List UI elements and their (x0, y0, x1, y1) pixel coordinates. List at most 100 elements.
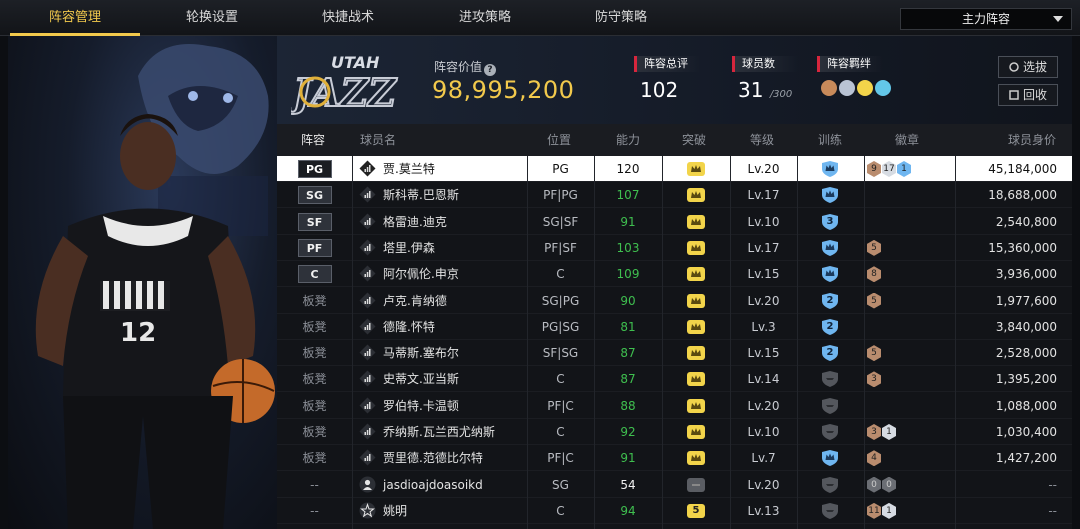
select-button[interactable]: 选拔 (998, 56, 1058, 78)
badge-medals[interactable]: 3 (867, 371, 881, 388)
badge-medals[interactable]: 00 (867, 476, 896, 493)
stats-bars-icon (359, 370, 376, 387)
player-level: Lv.15 (747, 346, 780, 361)
player-value: -- (1048, 477, 1057, 492)
player-position: PG (552, 162, 569, 176)
badge-medals[interactable]: 11 1 (867, 502, 896, 519)
slot-badge: C (297, 265, 332, 284)
table-row[interactable]: 板凳 史蒂文.亚当斯 C 87 Lv.14 3 1,395,200 (277, 366, 1072, 393)
bond-bronze-icon (821, 80, 837, 96)
bench-label: 板凳 (302, 293, 327, 308)
player-ability: 54 (620, 477, 636, 492)
player-position: PG|SG (541, 319, 580, 334)
player-position: C (556, 372, 565, 387)
top-nav: 阵容管理 轮换设置 快捷战术 进攻策略 防守策略 主力阵容 (0, 0, 1080, 36)
training-level: 3 (826, 215, 834, 227)
player-position: SG (552, 477, 569, 492)
table-row[interactable]: 板凳 贾里德.范德比尔特 PF|C 91 Lv.7 4 1,427,200 (277, 445, 1072, 472)
bench-label: 板凳 (302, 451, 327, 466)
badge-silver-icon: 1 (882, 502, 896, 519)
player-ability: 91 (620, 214, 636, 229)
badge-medals[interactable]: 9 17 1 (867, 161, 911, 177)
badge-medals[interactable]: 31 (867, 424, 896, 440)
col-badges: 徽章 (895, 133, 920, 147)
player-artwork: 12 (8, 36, 277, 529)
table-row[interactable]: PG 贾.莫兰特 PG 120 Lv.20 9 17 1 45,184,000 (277, 156, 1072, 182)
player-ability: 94 (620, 503, 636, 518)
badge-medals[interactable]: 5 (867, 292, 881, 309)
player-name: 德隆.怀特 (383, 319, 435, 334)
table-row[interactable]: 板凳 乔纳斯.瓦兰西尤纳斯 C 92 Lv.10 3 1 1,030,400 (277, 419, 1072, 445)
player-value: 3,936,000 (995, 267, 1057, 282)
bond-gold-icon (857, 80, 873, 96)
slot-badge: SF (297, 212, 332, 231)
training-level: 2 (826, 320, 834, 332)
training-shield-icon (821, 239, 839, 256)
overall-rating-value: 102 (640, 78, 679, 102)
stats-bars-icon (359, 344, 376, 361)
badge-medals[interactable]: 5 (867, 345, 881, 362)
lineup-slot: SG (277, 182, 352, 208)
player-position: PF|C (547, 398, 574, 413)
tab-lineup-management[interactable]: 阵容管理 (10, 0, 140, 36)
roster-table: 阵容 球员名 位置 能力 突破 等级 训练 徽章 球员身价 PG 贾.莫兰特 PG 1… (277, 124, 1072, 529)
bench-label: -- (310, 477, 319, 492)
player-level: Lv.10 (747, 214, 780, 229)
tab-defense-strategy[interactable]: 防守策略 (556, 0, 686, 36)
player-position: C (556, 267, 565, 282)
breakthrough-crown-icon (687, 293, 705, 308)
help-icon[interactable]: ? (484, 64, 497, 76)
player-level: Lv.17 (747, 188, 780, 203)
badge-silver-icon: 17 (882, 161, 896, 177)
player-value: 3,840,000 (995, 319, 1057, 334)
training-shield-icon (821, 397, 839, 414)
badge-medals[interactable]: 4 (867, 450, 881, 467)
player-ability: 88 (620, 398, 636, 413)
lineup-slot: 板凳 (277, 445, 352, 471)
badge-bronze-icon: 8 (867, 266, 881, 283)
lineup-bond-stat: 阵容羁绊 (817, 56, 891, 96)
bench-label: 板凳 (302, 372, 327, 387)
stats-bars-icon (359, 186, 376, 203)
col-ability: 能力 (616, 133, 641, 147)
badge-silver-icon: 1 (882, 424, 896, 440)
player-name: 姚明 (383, 503, 408, 518)
table-row[interactable]: PF 塔里.伊森 PF|SF 103 Lv.17 5 15,360,000 (277, 235, 1072, 261)
col-position: 位置 (547, 133, 572, 147)
table-row[interactable]: 板凳 马蒂斯.塞布尔 SF|SG 87 Lv.15 2 5 2,528,000 (277, 340, 1072, 367)
player-level: Lv.10 (747, 425, 780, 439)
recycle-icon (1009, 90, 1019, 100)
table-row[interactable]: -- jasdioajdoasoikd SG 54 Lv.20 0 0 -- (277, 472, 1072, 498)
table-row[interactable]: C 阿尔佩伦.申京 C 109 Lv.15 8 3,936,000 (277, 261, 1072, 288)
bond-diamond-icon (875, 80, 891, 96)
tab-offense-strategy[interactable]: 进攻策略 (420, 0, 550, 36)
player-level: Lv.14 (747, 372, 780, 387)
training-shield-icon: 2 (821, 318, 839, 335)
bond-icons[interactable] (817, 80, 891, 96)
player-value: 1,030,400 (995, 425, 1057, 439)
tab-rotation-settings[interactable]: 轮换设置 (147, 0, 277, 36)
recycle-button[interactable]: 回收 (998, 84, 1058, 106)
badge-gray-icon: 0 (882, 476, 896, 493)
table-row[interactable]: 板凳 德隆.怀特 PG|SG 81 Lv.3 2 3,840,000 (277, 314, 1072, 340)
table-row[interactable]: -- 姚明 C 94 5 Lv.13 11 1 -- (277, 498, 1072, 524)
stats-bars-icon (359, 449, 376, 466)
star-icon (359, 502, 376, 519)
table-row[interactable]: 板凳 罗伯特.卡温顿 PF|C 88 Lv.20 1,088,000 (277, 393, 1072, 419)
player-name: 马蒂斯.塞布尔 (383, 346, 459, 361)
player-name: 贾.莫兰特 (383, 162, 435, 176)
tab-quick-tactics[interactable]: 快捷战术 (283, 0, 413, 36)
player-level: Lv.3 (751, 319, 776, 334)
lineup-dropdown[interactable]: 主力阵容 (900, 8, 1072, 30)
player-name: 阿尔佩伦.申京 (383, 267, 459, 282)
table-header: 阵容 球员名 位置 能力 突破 等级 训练 徽章 球员身价 (277, 124, 1072, 156)
table-row[interactable]: SG 斯科蒂.巴恩斯 PF|PG 107 Lv.17 18,688,000 (277, 182, 1072, 209)
badge-medals[interactable]: 8 (867, 266, 881, 283)
player-name: 斯科蒂.巴恩斯 (383, 188, 459, 203)
table-row[interactable]: 板凳 卢克.肯纳德 SG|PG 90 Lv.20 2 5 1,977,600 (277, 288, 1072, 314)
badge-medals[interactable]: 5 (867, 239, 881, 256)
badge-bronze-icon: 4 (867, 450, 881, 467)
player-position: SG|PG (541, 293, 580, 308)
player-ability: 107 (616, 188, 640, 203)
table-row[interactable]: SF 格雷迪.迪克 SG|SF 91 Lv.10 3 2,540,800 (277, 209, 1072, 235)
